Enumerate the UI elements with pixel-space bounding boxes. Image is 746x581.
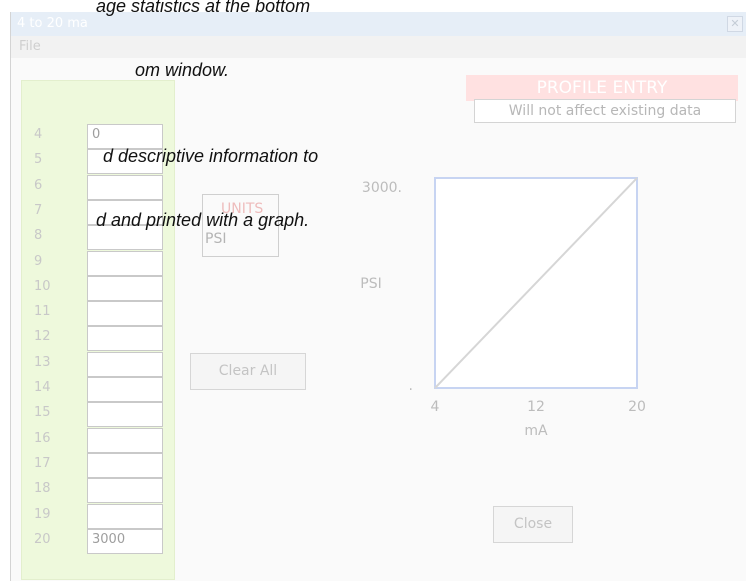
row-value-input[interactable] <box>87 275 163 301</box>
row-value-input[interactable] <box>87 503 163 529</box>
row-value-input[interactable] <box>87 174 163 200</box>
row-label: 6 <box>34 177 43 193</box>
row-value-input[interactable] <box>87 250 163 276</box>
doc-line-4: d and printed with a graph. <box>96 210 310 230</box>
row-label: 18 <box>34 481 51 497</box>
row-label: 5 <box>34 152 43 168</box>
x-axis-label: mA <box>524 423 548 439</box>
y-tick-label: . <box>409 378 413 394</box>
close-button[interactable]: Close <box>493 506 573 543</box>
row-label: 7 <box>34 202 43 218</box>
row-value-input[interactable] <box>87 478 163 504</box>
row-value-input[interactable]: 3000 <box>87 528 163 554</box>
y-tick-label: 3000. <box>362 180 402 196</box>
close-icon[interactable]: ✕ <box>727 16 743 32</box>
row-label: 10 <box>34 278 51 294</box>
row-value-input[interactable] <box>87 427 163 453</box>
row-label: 11 <box>34 304 51 320</box>
row-value-input[interactable] <box>87 452 163 478</box>
doc-line-1: age statistics at the bottom <box>96 0 311 16</box>
units-value[interactable]: PSI <box>205 231 226 247</box>
clear-all-button[interactable]: Clear All <box>190 353 306 390</box>
x-tick-label: 20 <box>628 399 646 415</box>
pressure-chart: 4 12 20 mA 3000.. PSI <box>360 177 646 439</box>
row-value-input[interactable] <box>87 301 163 327</box>
row-label: 16 <box>34 430 51 446</box>
row-value-input[interactable] <box>87 326 163 352</box>
profile-entry-note: Will not affect existing data <box>474 99 736 123</box>
row-label: 4 <box>34 127 43 142</box>
profile-entry-banner: PROFILE ENTRY <box>466 75 738 101</box>
window-title: 4 to 20 ma <box>17 16 88 31</box>
row-label: 8 <box>34 228 43 244</box>
menu-file[interactable]: File <box>19 39 41 54</box>
row-value-input[interactable] <box>87 402 163 428</box>
row-label: 13 <box>34 354 51 370</box>
row-label: 15 <box>34 405 51 421</box>
row-label: 9 <box>34 253 43 269</box>
row-label: 20 <box>34 531 51 547</box>
doc-line-3: d descriptive information to <box>103 146 319 166</box>
row-label: 17 <box>34 455 51 471</box>
doc-line-2: om window. <box>135 60 230 80</box>
x-tick-label: 12 <box>527 399 545 415</box>
row-value-input[interactable] <box>87 377 163 402</box>
row-value-input[interactable] <box>87 351 163 377</box>
row-label: 19 <box>34 506 51 522</box>
x-tick-label: 4 <box>431 399 440 415</box>
row-label: 12 <box>34 329 51 345</box>
row-label: 14 <box>34 380 51 395</box>
y-axis-label: PSI <box>360 276 381 292</box>
menu-bar: File <box>11 36 746 58</box>
